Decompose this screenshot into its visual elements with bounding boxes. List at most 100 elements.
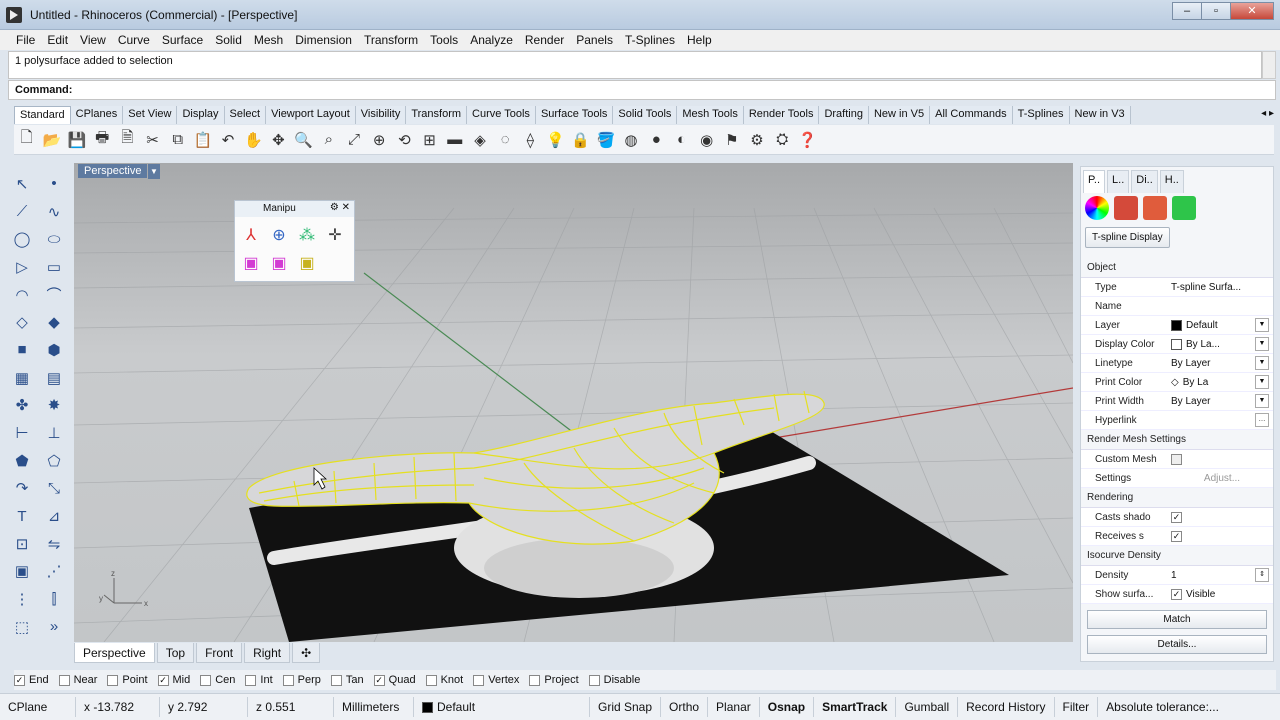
menu-curve[interactable]: Curve — [112, 30, 156, 50]
lock-icon[interactable]: 🔒 — [570, 129, 592, 151]
green-surface-icon[interactable] — [1172, 196, 1196, 220]
adjust-button[interactable]: Adjust... — [1171, 473, 1273, 484]
prop-hyperlink-row[interactable]: Hyperlink … — [1081, 411, 1273, 430]
pan-hand-icon[interactable]: ✋ — [242, 129, 264, 151]
menu-mesh[interactable]: Mesh — [248, 30, 289, 50]
perspective-viewport[interactable]: z x y Perspective ▼ — [74, 163, 1073, 642]
menu-file[interactable]: File — [10, 30, 41, 50]
panel-tab-layers[interactable]: L.. — [1107, 170, 1130, 193]
options-gear-icon[interactable]: ⚙ — [746, 129, 768, 151]
osnap-knot-checkbox[interactable] — [425, 674, 437, 686]
print-width-dropdown-icon[interactable]: ▼ — [1255, 394, 1269, 408]
prop-display-color-value[interactable]: By La... — [1186, 339, 1220, 350]
menu-panels[interactable]: Panels — [570, 30, 619, 50]
menu-tools[interactable]: Tools — [424, 30, 464, 50]
loft-icon[interactable]: ◆ — [40, 308, 68, 336]
osnap-perp-checkbox[interactable] — [282, 674, 294, 686]
tab-surface-tools[interactable]: Surface Tools — [535, 106, 614, 124]
point-icon[interactable]: • — [40, 170, 68, 198]
tab-render-tools[interactable]: Render Tools — [743, 106, 820, 124]
help-icon[interactable]: ❓ — [796, 129, 818, 151]
osnap-point[interactable]: Point — [107, 674, 148, 686]
view-tab-perspective[interactable]: Perspective — [74, 643, 155, 663]
prop-print-color-value[interactable]: By La — [1183, 377, 1209, 388]
tab-new-in-v3[interactable]: New in V3 — [1069, 106, 1131, 124]
fillet-curve-icon[interactable]: ⌒ — [40, 281, 68, 309]
osnap-toggle[interactable]: Osnap — [760, 697, 815, 717]
trim-icon[interactable]: ⊢ — [8, 419, 36, 447]
rotate-view-icon[interactable]: ⟲ — [393, 129, 415, 151]
osnap-int[interactable]: Int — [245, 674, 273, 686]
group-icon[interactable]: ⬟ — [8, 447, 36, 475]
custom-mesh-row[interactable]: Custom Mesh — [1081, 450, 1273, 469]
osnap-disable[interactable]: Disable — [588, 674, 640, 686]
view-tab-top[interactable]: Top — [156, 643, 195, 663]
osnap-end-checkbox[interactable]: ✓ — [14, 674, 25, 686]
grid-snap-toggle[interactable]: Grid Snap — [590, 697, 662, 717]
minimize-button[interactable]: – — [1172, 2, 1202, 20]
casts-shadows-row[interactable]: Casts shado ✓ — [1081, 508, 1273, 527]
move-axes-icon[interactable]: ✛ — [321, 221, 349, 249]
linetype-dropdown-icon[interactable]: ▼ — [1255, 356, 1269, 370]
prop-layer-value[interactable]: Default — [1186, 320, 1218, 331]
prop-name-row[interactable]: Name — [1081, 297, 1273, 316]
tabs-scroll-arrows[interactable]: ◂ ▸ — [1261, 108, 1274, 119]
prop-print-width-value[interactable]: By Layer — [1171, 396, 1255, 407]
osnap-near[interactable]: Near — [58, 674, 97, 686]
polygon-icon[interactable]: ▷ — [8, 253, 36, 281]
texture-icon[interactable] — [1143, 196, 1167, 220]
smarttrack-toggle[interactable]: SmartTrack — [814, 697, 897, 717]
manipulators-toolbar[interactable]: Manipu ⚙ ✕ ⅄ ⊕ ⁂ ✛ ▣ ▣ ▣ — [234, 200, 355, 282]
tab-set-view[interactable]: Set View — [123, 106, 178, 124]
print-icon[interactable]: 🖶 — [91, 129, 113, 151]
paste-icon[interactable]: 📋 — [192, 129, 214, 151]
tab-display[interactable]: Display — [177, 106, 225, 124]
four-view-icon[interactable]: ⊞ — [419, 129, 441, 151]
ellipse-icon[interactable]: ⬭ — [40, 225, 68, 253]
tab-all-commands[interactable]: All Commands — [930, 106, 1013, 124]
panel-tab-help[interactable]: H.. — [1159, 170, 1184, 193]
tab-visibility[interactable]: Visibility — [355, 106, 407, 124]
osnap-near-checkbox[interactable] — [58, 674, 70, 686]
osnap-quad-checkbox[interactable]: ✓ — [373, 674, 385, 686]
tab-curve-tools[interactable]: Curve Tools — [467, 106, 536, 124]
viewport-scene[interactable]: z x y — [74, 163, 1073, 642]
cplane-icon[interactable]: ▬ — [444, 129, 466, 151]
menu-dimension[interactable]: Dimension — [289, 30, 358, 50]
material-icon[interactable] — [1114, 196, 1138, 220]
tab-solid-tools[interactable]: Solid Tools — [613, 106, 678, 124]
flashlight-icon[interactable]: ⚑ — [721, 129, 743, 151]
view-tab-right[interactable]: Right — [244, 643, 291, 663]
osnap-point-checkbox[interactable] — [107, 674, 119, 686]
tab-mesh-tools[interactable]: Mesh Tools — [677, 106, 744, 124]
tspline-display-button[interactable]: T-spline Display — [1085, 227, 1170, 248]
text-icon[interactable]: T — [8, 502, 36, 530]
array-icon[interactable]: ⊡ — [8, 530, 36, 558]
tab-cplanes[interactable]: CPlanes — [70, 106, 124, 124]
tab-transform[interactable]: Transform — [406, 106, 468, 124]
save-icon[interactable]: 💾 — [66, 129, 88, 151]
copy-icon[interactable]: ⧉ — [167, 129, 189, 151]
casts-shadows-checkbox[interactable]: ✓ — [1171, 511, 1182, 523]
menu-help[interactable]: Help — [681, 30, 718, 50]
circle-icon[interactable]: ◯ — [8, 225, 36, 253]
curve-icon[interactable]: ∿ — [40, 198, 68, 226]
osnap-mid-checkbox[interactable]: ✓ — [157, 674, 169, 686]
zoom-extents-icon[interactable]: ⤢ — [343, 129, 365, 151]
more-tools-icon[interactable]: » — [40, 613, 68, 641]
grid-array-icon[interactable]: ⋮ — [8, 585, 36, 613]
tab-tsplines[interactable]: T-Splines — [1012, 106, 1070, 124]
prop-print-color-row[interactable]: Print Color ◇ By La ▼ — [1081, 373, 1273, 392]
arc-icon[interactable]: ◠ — [8, 281, 36, 309]
zoom-icon[interactable]: 🔍 — [293, 129, 315, 151]
status-units[interactable]: Millimeters — [334, 697, 414, 717]
filter-toggle[interactable]: Filter — [1055, 697, 1099, 717]
project-icon[interactable]: ⬚ — [8, 613, 36, 641]
custom-mesh-checkbox[interactable] — [1171, 453, 1182, 465]
osnap-end[interactable]: ✓ End — [14, 674, 49, 686]
viewport-menu-arrow-icon[interactable]: ▼ — [148, 164, 160, 179]
rhino-app-icon[interactable] — [6, 7, 22, 23]
receives-shadows-checkbox[interactable]: ✓ — [1171, 530, 1182, 542]
rectangle-icon[interactable]: ▭ — [40, 253, 68, 281]
osnap-tan[interactable]: Tan — [330, 674, 364, 686]
